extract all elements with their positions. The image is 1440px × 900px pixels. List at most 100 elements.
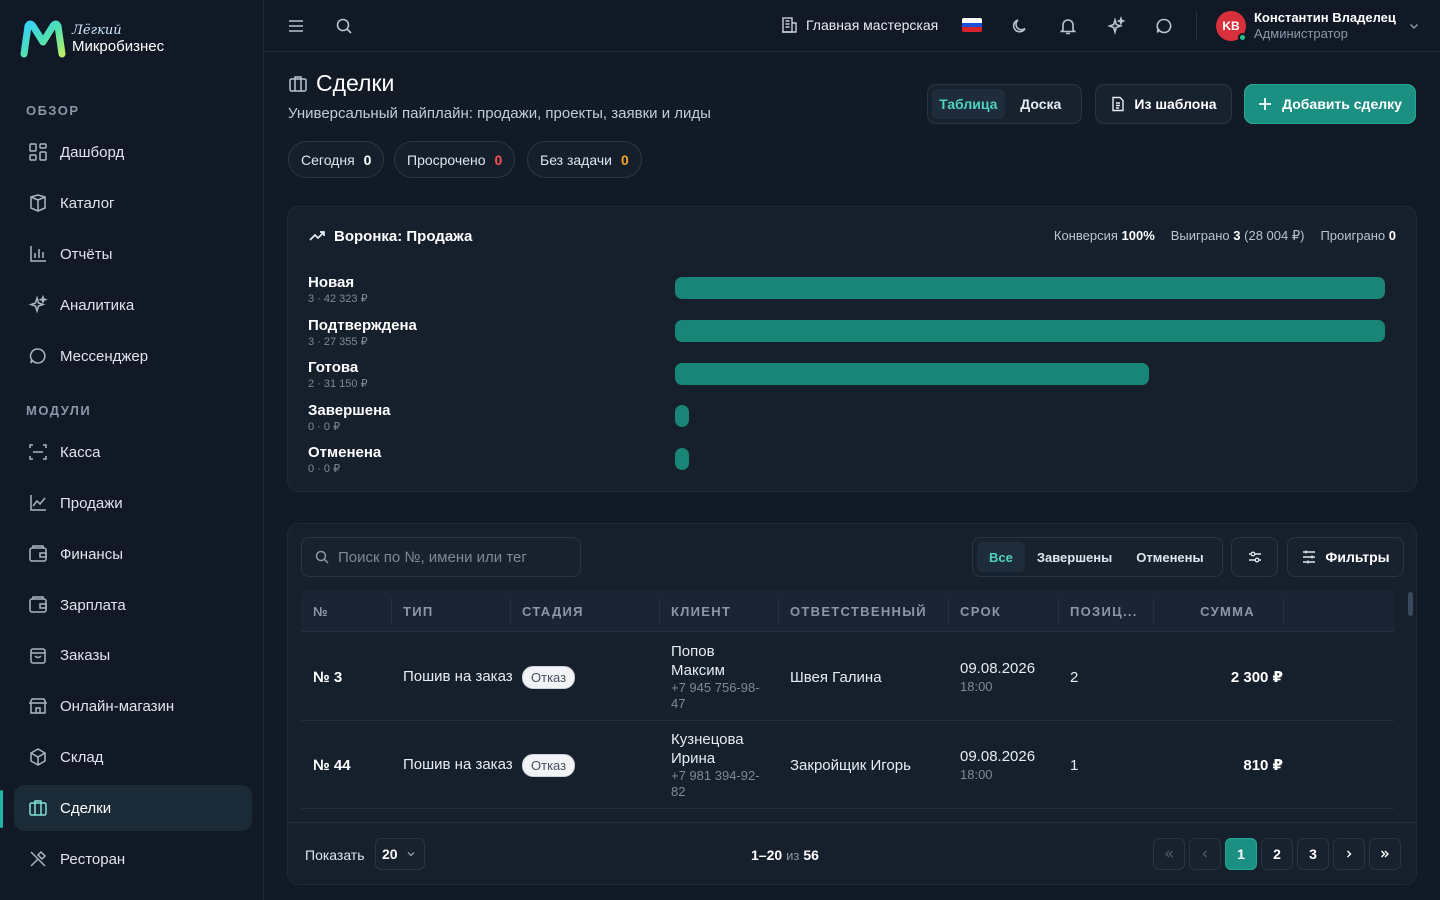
workshop-selector[interactable]: Главная мастерская: [780, 16, 938, 34]
status-filter: Все Завершены Отменены: [972, 537, 1223, 577]
sidebar-item-label: Касса: [60, 443, 101, 461]
stage-bar: [675, 320, 1385, 342]
sidebar-item-orders[interactable]: Заказы: [14, 632, 252, 678]
stage-badge[interactable]: Отказ: [522, 753, 576, 777]
sidebar-item-deals[interactable]: Сделки: [14, 785, 252, 831]
funnel-stage: Отменена 0 · 0 ₽: [308, 444, 381, 475]
column-header-type[interactable]: ТИП: [391, 590, 510, 632]
client-name[interactable]: Попов Максим: [671, 642, 771, 680]
chip-today[interactable]: Сегодня 0: [288, 141, 385, 178]
chip-label: Без задачи: [540, 151, 612, 168]
filter-cancelled-button[interactable]: Отменены: [1124, 542, 1215, 572]
from-template-button[interactable]: Из шаблона: [1095, 84, 1232, 124]
sidebar-item-catalog[interactable]: Каталог: [14, 180, 252, 226]
search-icon[interactable]: [334, 16, 354, 36]
filter-all-button[interactable]: Все: [977, 542, 1025, 572]
column-header-deadline[interactable]: СРОК: [948, 590, 1058, 632]
wallet-icon: [29, 545, 47, 562]
column-header-stage[interactable]: СТАДИЯ: [510, 590, 659, 632]
column-header-positions[interactable]: ПОЗИЦ...: [1058, 590, 1153, 632]
sparkles-icon[interactable]: [1106, 16, 1126, 36]
cell-type: Пошив на заказ: [391, 633, 513, 721]
view-board-button[interactable]: Доска: [1005, 89, 1078, 119]
page-button-2[interactable]: 2: [1261, 838, 1293, 870]
page-size-select[interactable]: 20: [375, 838, 425, 870]
scan-icon: [29, 444, 47, 460]
stage-badge[interactable]: Отказ: [522, 665, 576, 689]
table-row[interactable]: № 3 Пошив на заказ Отказ Попов Максим +7…: [301, 633, 1394, 721]
column-header-sum[interactable]: СУММА: [1153, 590, 1283, 632]
double-chevron-right-icon: [1381, 850, 1389, 858]
stage-bar-track: [675, 363, 1385, 385]
chevron-down-icon: [407, 852, 415, 857]
cell-number: № 3: [301, 633, 342, 721]
chat-icon: [29, 348, 46, 364]
bell-icon[interactable]: [1058, 16, 1078, 36]
moon-icon[interactable]: [1010, 16, 1030, 36]
sidebar-item-warehouse[interactable]: Склад: [14, 734, 252, 780]
stage-bar: [675, 405, 689, 427]
chat-icon[interactable]: [1154, 16, 1174, 36]
plus-icon: [1259, 98, 1272, 110]
positions-count: 1: [1070, 756, 1079, 774]
client-name[interactable]: Кузнецова Ирина: [671, 730, 771, 768]
search-input[interactable]: [338, 548, 568, 566]
sidebar-item-label: Каталог: [60, 194, 115, 212]
sidebar-item-analytics[interactable]: Аналитика: [14, 282, 252, 328]
logo-mark-icon: [20, 20, 66, 58]
filter-done-button[interactable]: Завершены: [1025, 542, 1124, 572]
column-header-responsible[interactable]: ОТВЕТСТВЕННЫЙ: [778, 590, 948, 632]
last-page-button[interactable]: [1369, 838, 1401, 870]
sidebar-item-salary[interactable]: Зарплата: [14, 582, 252, 628]
nav-section-overview: ОБЗОР: [26, 103, 80, 118]
box-icon: [30, 748, 46, 766]
table-scrollbar[interactable]: [1408, 592, 1413, 616]
deal-number: № 3: [313, 668, 343, 686]
brand-logo[interactable]: Лёгкий Микробизнес: [20, 20, 164, 58]
sidebar-item-online-store[interactable]: Онлайн-магазин: [14, 683, 252, 729]
first-page-button[interactable]: [1153, 838, 1185, 870]
page-button-1[interactable]: 1: [1225, 838, 1257, 870]
positions-count: 2: [1070, 668, 1079, 686]
page-subtitle: Универсальный пайплайн: продажи, проекты…: [288, 105, 711, 122]
column-header-number[interactable]: №: [301, 590, 391, 632]
cell-deadline: 09.08.2026 18:00: [948, 721, 1035, 809]
sidebar-item-reports[interactable]: Отчёты: [14, 231, 252, 277]
store-icon: [28, 698, 48, 714]
table-row[interactable]: № 44 Пошив на заказ Отказ Кузнецова Ирин…: [301, 721, 1394, 809]
column-header-client[interactable]: КЛИЕНТ: [659, 590, 778, 632]
sidebar-item-sales[interactable]: Продажи: [14, 480, 252, 526]
pagination-range: 1–20 из 56: [751, 847, 819, 863]
sidebar-item-dashboard[interactable]: Дашборд: [14, 129, 252, 175]
page-button-3[interactable]: 3: [1297, 838, 1329, 870]
sidebar-item-restaurant[interactable]: Ресторан: [14, 836, 252, 882]
total-value: 56: [803, 847, 819, 863]
cell-client: Попов Максим +7 945 756-98-47: [659, 633, 771, 721]
stage-meta: 0 · 0 ₽: [308, 463, 341, 475]
user-menu[interactable]: KB Константин Владелец Администратор: [1216, 10, 1420, 42]
next-page-button[interactable]: [1333, 838, 1365, 870]
menu-icon[interactable]: [286, 16, 306, 36]
language-flag-icon[interactable]: [962, 18, 982, 32]
filters-button[interactable]: Фильтры: [1287, 537, 1404, 577]
column-divider: [1283, 598, 1284, 624]
add-deal-button[interactable]: Добавить сделку: [1244, 84, 1416, 124]
prev-page-button[interactable]: [1189, 838, 1221, 870]
workshop-name: Главная мастерская: [806, 17, 939, 33]
sidebar-item-messenger[interactable]: Мессенджер: [14, 333, 252, 379]
chip-no-task[interactable]: Без задачи 0: [527, 141, 642, 178]
sidebar: Лёгкий Микробизнес ОБЗОР Дашборд Каталог…: [0, 0, 264, 900]
sidebar-item-label: Отчёты: [60, 245, 113, 263]
sidebar-item-cashbox[interactable]: Касса: [14, 429, 252, 475]
cell-client: Кузнецова Ирина +7 981 394-92-82: [659, 721, 771, 809]
columns-settings-button[interactable]: [1231, 537, 1278, 577]
sidebar-item-finance[interactable]: Финансы: [14, 531, 252, 577]
lost-label: Проиграно: [1320, 228, 1386, 243]
view-table-button[interactable]: Таблица: [932, 89, 1005, 119]
sidebar-item-label: Онлайн-магазин: [60, 697, 175, 715]
chip-overdue[interactable]: Просрочено 0: [394, 141, 516, 178]
won-value: 3: [1233, 228, 1241, 243]
stage-bar: [675, 363, 1149, 385]
cell-stage: Отказ: [510, 721, 576, 809]
online-status-dot: [1238, 32, 1247, 42]
